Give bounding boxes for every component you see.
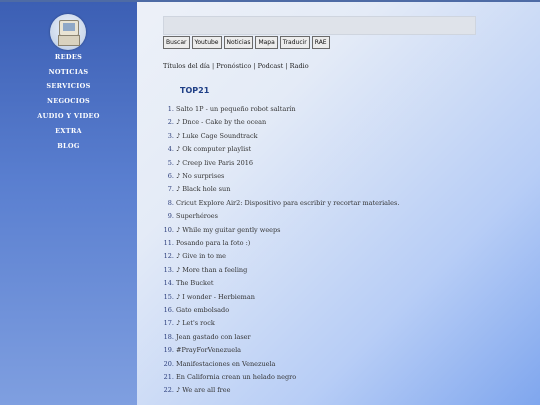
list-item[interactable]: 3. ♪ Luke Cage Soundtrack	[160, 131, 258, 141]
list-item[interactable]: 18. Jean gastado con laser	[160, 332, 251, 342]
sidebar-item-extra[interactable]: EXTRA	[0, 127, 137, 135]
rae-button[interactable]: RAE	[311, 36, 330, 49]
list-item[interactable]: 8. Cricut Explore Air2: Dispositivo para …	[160, 198, 400, 208]
list-item[interactable]: 4. ♪ Ok computer playlist	[160, 144, 251, 154]
list-item[interactable]: 21. En California crean un helado negro	[160, 372, 296, 382]
link-podcast[interactable]: Podcast	[258, 62, 284, 70]
list-item[interactable]: 13. ♪ More than a feeling	[160, 265, 248, 275]
list-item[interactable]: 7. ♪ Black hole sun	[160, 184, 231, 194]
link-titulos-del-dia[interactable]: Títulos del día	[163, 62, 210, 70]
sidebar-item-noticias[interactable]: NOTICIAS	[0, 68, 137, 76]
list-item[interactable]: 16. Gato embolsado	[160, 305, 229, 315]
list-item[interactable]: 1. Salto 1P - un pequeño robot saltarín	[160, 104, 296, 114]
list-item[interactable]: 9. Superhéroes	[160, 211, 218, 221]
buscar-button[interactable]: Buscar	[163, 36, 190, 49]
list-item[interactable]: 15. ♪ I wonder - Herbieman	[160, 292, 255, 302]
list-item[interactable]: 5. ♪ Creep live Paris 2016	[160, 158, 253, 168]
link-radio[interactable]: Radio	[290, 62, 309, 70]
section-title: TOP21	[180, 86, 210, 95]
youtube-button[interactable]: Youtube	[191, 36, 222, 49]
noticias-button[interactable]: Noticias	[223, 36, 254, 49]
list-item[interactable]: 22. ♪ We are all free	[160, 385, 231, 395]
list-item[interactable]: 19. #PrayForVenezuela	[160, 345, 241, 355]
list-item[interactable]: 2. ♪ Dnce - Cake by the ocean	[160, 117, 266, 127]
list-item[interactable]: 10. ♪ While my guitar gently weeps	[160, 225, 281, 235]
mapa-button[interactable]: Mapa	[255, 36, 278, 49]
sidebar-item-redes[interactable]: REDES	[0, 53, 137, 61]
sidebar-item-audio-video[interactable]: AUDIO Y VIDEO	[0, 112, 137, 120]
toolbar: Buscar Youtube Noticias Mapa Traducir RA…	[163, 36, 330, 49]
quick-links: Títulos del día | Pronóstico | Podcast |…	[163, 62, 309, 70]
list-item[interactable]: 12. ♪ Give in to me	[160, 251, 226, 261]
sidebar-item-servicios[interactable]: SERVICIOS	[0, 82, 137, 90]
search-input[interactable]	[163, 16, 476, 35]
list-item[interactable]: 14. The Bucket	[160, 278, 214, 288]
sidebar-item-blog[interactable]: BLOG	[0, 142, 137, 150]
link-pronostico[interactable]: Pronóstico	[216, 62, 251, 70]
list-item[interactable]: 11. Posando para la foto :)	[160, 238, 251, 248]
list-item[interactable]: 17. ♪ Let's rock	[160, 318, 215, 328]
sidebar-item-negocios[interactable]: NEGOCIOS	[0, 97, 137, 105]
list-item[interactable]: 6. ♪ No surprises	[160, 171, 225, 181]
sidebar: REDES NOTICIAS SERVICIOS NEGOCIOS AUDIO …	[0, 2, 137, 405]
traducir-button[interactable]: Traducir	[279, 36, 310, 49]
list-item[interactable]: 20. Manifestaciones en Venezuela	[160, 359, 276, 369]
computer-logo-icon[interactable]	[50, 14, 86, 50]
